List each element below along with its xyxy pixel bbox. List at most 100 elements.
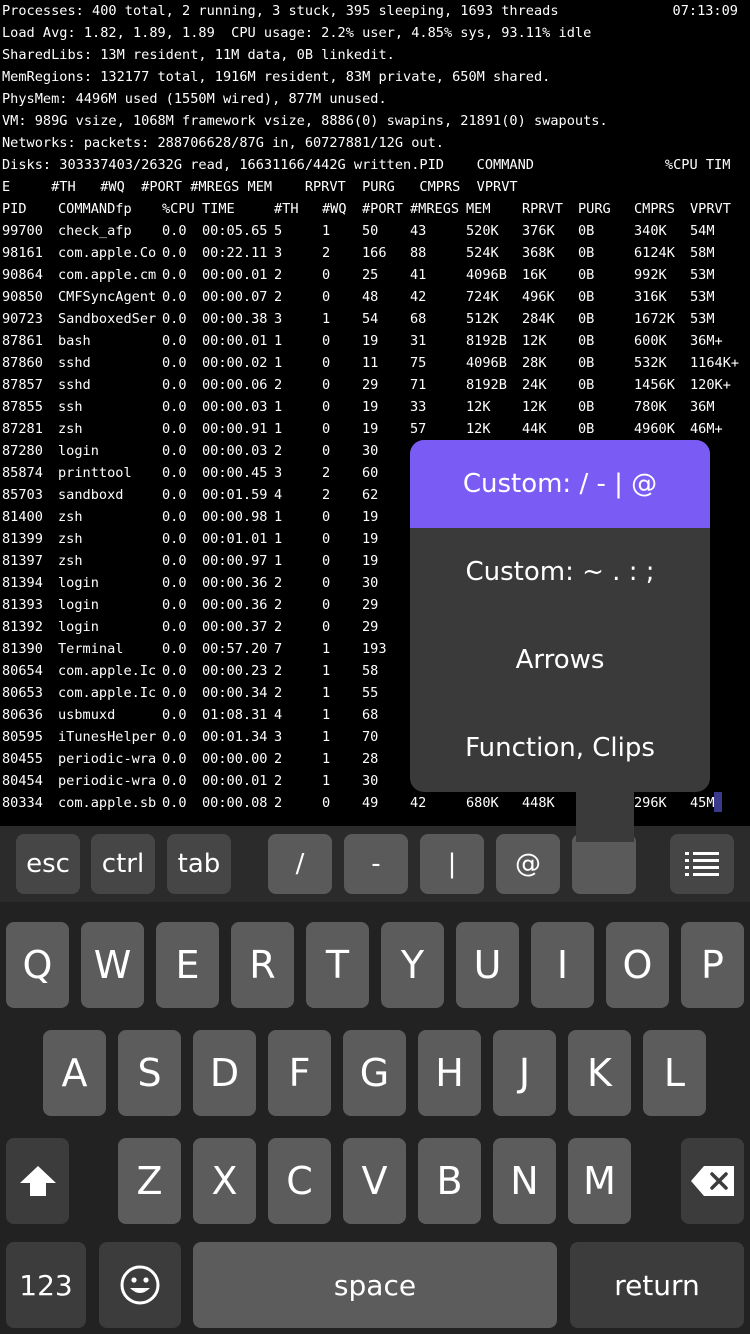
menu-item-custom-2[interactable]: Custom: ~ . : ; <box>410 528 710 616</box>
delete-icon[interactable] <box>681 1138 744 1224</box>
tab-key[interactable]: tab <box>167 834 231 894</box>
table-cell: 2 <box>274 289 283 305</box>
key-v[interactable]: V <box>343 1138 406 1224</box>
table-cell: 80636 <box>2 707 43 723</box>
table-cell: 12K <box>466 399 491 415</box>
table-cell: 19 <box>362 399 379 415</box>
table-cell: 0B <box>578 311 595 327</box>
esc-key[interactable]: esc <box>16 834 80 894</box>
key-u[interactable]: U <box>456 922 519 1008</box>
table-cell: periodic-wra <box>58 773 157 789</box>
at-key[interactable]: @ <box>496 834 560 894</box>
table-cell: 1 <box>322 685 331 701</box>
table-cell: 3 <box>274 465 283 481</box>
table-cell: 448K <box>522 795 555 811</box>
key-k[interactable]: K <box>568 1030 631 1116</box>
table-cell: 6124K <box>634 245 675 261</box>
table-cell: 1456K <box>634 377 675 393</box>
key-p[interactable]: P <box>681 922 744 1008</box>
table-cell: 1 <box>274 509 283 525</box>
table-cell: 00:00.03 <box>202 443 268 459</box>
key-l[interactable]: L <box>643 1030 706 1116</box>
slash-key[interactable]: / <box>268 834 332 894</box>
numbers-key[interactable]: 123 <box>6 1242 86 1328</box>
table-cell: 87861 <box>2 333 43 349</box>
shift-icon[interactable] <box>6 1138 69 1224</box>
table-cell: 600K <box>634 333 667 349</box>
accessory-set-key[interactable] <box>572 834 636 894</box>
table-cell: 1 <box>322 641 331 657</box>
table-cell: 1 <box>274 553 283 569</box>
status-memregions: MemRegions: 132177 total, 1916M resident… <box>2 69 551 85</box>
table-cell: 60 <box>362 465 379 481</box>
table-cell: 992K <box>634 267 667 283</box>
table-cell: 57 <box>410 421 427 437</box>
menu-item-arrows[interactable]: Arrows <box>410 616 710 704</box>
key-r[interactable]: R <box>231 922 294 1008</box>
table-cell: 19 <box>362 553 379 569</box>
table-cell: 0B <box>578 355 595 371</box>
table-cell: 0B <box>578 245 595 261</box>
table-cell: 0.0 <box>162 421 187 437</box>
status-processes: Processes: 400 total, 2 running, 3 stuck… <box>2 3 559 19</box>
table-cell: 8192B <box>466 377 507 393</box>
dash-key[interactable]: - <box>344 834 408 894</box>
menu-item-custom-1[interactable]: Custom: / - | @ <box>410 440 710 528</box>
key-x[interactable]: X <box>193 1138 256 1224</box>
table-cell: 0.0 <box>162 553 187 569</box>
table-cell: 19 <box>362 333 379 349</box>
table-cell: 0.0 <box>162 685 187 701</box>
key-q[interactable]: Q <box>6 922 69 1008</box>
key-y[interactable]: Y <box>381 922 444 1008</box>
table-cell: 24K <box>522 377 547 393</box>
key-j[interactable]: J <box>493 1030 556 1116</box>
table-cell: 00:00.23 <box>202 663 268 679</box>
column-header: PID <box>2 201 27 217</box>
key-t[interactable]: T <box>306 922 369 1008</box>
table-row: 98161 com.apple.Co 0.0 00:22.11 3 2 166 88 524K 3… <box>0 242 750 264</box>
table-cell: Terminal <box>58 641 124 657</box>
key-g[interactable]: G <box>343 1030 406 1116</box>
key-o[interactable]: O <box>606 922 669 1008</box>
key-m[interactable]: M <box>568 1138 631 1224</box>
table-cell: 81399 <box>2 531 43 547</box>
emoji-icon[interactable] <box>99 1242 181 1328</box>
list-icon[interactable] <box>670 834 734 894</box>
key-c[interactable]: C <box>268 1138 331 1224</box>
key-f[interactable]: F <box>268 1030 331 1116</box>
table-cell: 80334 <box>2 795 43 811</box>
space-key[interactable]: space <box>193 1242 557 1328</box>
status-disks: Disks: 303337403/2632G read, 16631166/44… <box>2 157 731 173</box>
status-sharedlibs: SharedLibs: 13M resident, 11M data, 0B l… <box>2 47 395 63</box>
key-e[interactable]: E <box>156 922 219 1008</box>
key-d[interactable]: D <box>193 1030 256 1116</box>
table-cell: 1 <box>274 355 283 371</box>
key-b[interactable]: B <box>418 1138 481 1224</box>
key-a[interactable]: A <box>43 1030 106 1116</box>
key-z[interactable]: Z <box>118 1138 181 1224</box>
table-cell: 4960K <box>634 421 675 437</box>
table-cell: 41 <box>410 267 427 283</box>
table-cell: 0.0 <box>162 751 187 767</box>
table-cell: 53M <box>690 311 715 327</box>
table-cell: 0 <box>322 421 331 437</box>
column-header: #MREGS <box>410 201 460 217</box>
pipe-key[interactable]: | <box>420 834 484 894</box>
key-i[interactable]: I <box>531 922 594 1008</box>
table-cell: 2 <box>322 487 331 503</box>
table-cell: 58M <box>690 245 715 261</box>
key-n[interactable]: N <box>493 1138 556 1224</box>
table-cell: 00:01.59 <box>202 487 268 503</box>
table-cell: 680K <box>466 795 499 811</box>
ctrl-key[interactable]: ctrl <box>91 834 155 894</box>
key-s[interactable]: S <box>118 1030 181 1116</box>
table-cell: 0B <box>578 289 595 305</box>
table-cell: 0.0 <box>162 465 187 481</box>
menu-item-function-clips[interactable]: Function, Clips <box>410 704 710 792</box>
table-cell: 2 <box>274 685 283 701</box>
key-w[interactable]: W <box>81 922 144 1008</box>
table-cell: 284K <box>522 311 555 327</box>
return-key[interactable]: return <box>570 1242 744 1328</box>
key-h[interactable]: H <box>418 1030 481 1116</box>
table-cell: 00:00.03 <box>202 399 268 415</box>
